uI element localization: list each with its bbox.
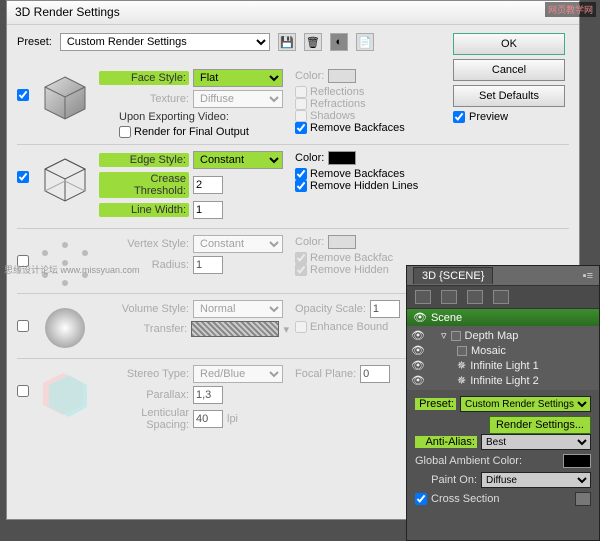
scene-tree: 👁▿ Depth Map 👁Mosaic 👁✵ Infinite Light 1… xyxy=(407,326,599,390)
save-icon[interactable]: 💾 xyxy=(278,33,296,51)
face-style-label: Face Style: xyxy=(99,71,189,85)
edge-enable[interactable] xyxy=(17,171,29,183)
transfer-pattern xyxy=(191,321,279,337)
wireframe-cube-icon xyxy=(41,155,89,203)
crease-input[interactable] xyxy=(193,176,223,194)
folder-icon[interactable]: 📄 xyxy=(356,33,374,51)
panel-menu-icon[interactable]: ▪≡ xyxy=(583,270,593,282)
render-settings-button[interactable]: Render Settings... xyxy=(489,416,591,434)
panel-preset-select[interactable]: Custom Render Settings xyxy=(460,396,591,412)
texture-label: Texture: xyxy=(99,93,189,105)
line-width-input[interactable] xyxy=(193,201,223,219)
dialog-title: 3D Render Settings xyxy=(7,1,579,25)
line-width-label: Line Width: xyxy=(99,203,189,217)
disk-icon[interactable]: ◐ xyxy=(330,33,348,51)
reflections-checkbox xyxy=(295,86,307,98)
watermark-2: 思缘设计论坛 www.missyuan.com xyxy=(4,263,140,276)
watermark: 网页教学网 xyxy=(545,2,596,17)
face-backfaces-checkbox[interactable] xyxy=(295,122,307,134)
face-color-swatch xyxy=(328,69,356,83)
refractions-checkbox xyxy=(295,98,307,110)
volume-style-select: Normal xyxy=(193,300,283,318)
tree-item-light2[interactable]: Infinite Light 2 xyxy=(470,375,539,387)
shadows-checkbox xyxy=(295,110,307,122)
filter-icon[interactable] xyxy=(415,290,431,304)
texture-select: Diffuse xyxy=(193,90,283,108)
face-enable[interactable] xyxy=(17,89,29,101)
ok-button[interactable]: OK xyxy=(453,33,565,55)
volume-enable[interactable] xyxy=(17,320,29,332)
global-color-swatch[interactable] xyxy=(563,454,591,468)
edge-section: Edge Style: Constant Crease Threshold: Li… xyxy=(17,145,569,229)
stereo-type-select: Red/Blue xyxy=(193,365,283,383)
volume-sphere-icon xyxy=(41,304,89,352)
tab-3d-scene[interactable]: 3D {SCENE} xyxy=(413,267,493,284)
cross-section-checkbox[interactable] xyxy=(415,493,427,505)
edge-style-label: Edge Style: xyxy=(99,153,189,167)
paint-on-select[interactable]: Diffuse xyxy=(481,472,591,488)
defaults-button[interactable]: Set Defaults xyxy=(453,85,565,107)
preview-label: Preview xyxy=(469,111,508,123)
cross-section-icon[interactable] xyxy=(575,492,591,506)
anti-alias-select[interactable]: Best xyxy=(481,434,591,450)
trash-icon[interactable]: 🗑 xyxy=(304,33,322,51)
export-label: Upon Exporting Video: xyxy=(119,111,229,123)
preset-label: Preset: xyxy=(17,36,52,48)
3d-scene-panel: 3D {SCENE}▪≡ 👁Scene 👁▿ Depth Map 👁Mosaic… xyxy=(406,265,600,541)
vertex-radius-input xyxy=(193,256,223,274)
solid-cube-icon xyxy=(41,73,89,121)
materials-icon[interactable] xyxy=(467,290,483,304)
face-style-select[interactable]: Flat xyxy=(193,69,283,87)
cancel-button[interactable]: Cancel xyxy=(453,59,565,81)
vertex-color-swatch xyxy=(328,235,356,249)
edge-hidden-checkbox[interactable] xyxy=(295,180,307,192)
tree-item-mosaic[interactable]: Mosaic xyxy=(471,345,506,357)
edge-style-select[interactable]: Constant xyxy=(193,151,283,169)
stereo-enable[interactable] xyxy=(17,385,29,397)
tree-item-light1[interactable]: Infinite Light 1 xyxy=(470,360,539,372)
final-output-checkbox[interactable] xyxy=(119,126,131,138)
mesh-icon[interactable] xyxy=(441,290,457,304)
stereo-cube-icon xyxy=(41,369,89,417)
edge-backfaces-checkbox[interactable] xyxy=(295,168,307,180)
scene-root[interactable]: Scene xyxy=(431,312,462,324)
vertex-style-select: Constant xyxy=(193,235,283,253)
edge-color-swatch[interactable] xyxy=(328,151,356,165)
crease-label: Crease Threshold: xyxy=(99,172,189,198)
preview-checkbox[interactable] xyxy=(453,111,465,123)
preset-select[interactable]: Custom Render Settings xyxy=(60,33,270,51)
tree-item-depthmap[interactable]: Depth Map xyxy=(465,330,519,342)
lights-icon[interactable] xyxy=(493,290,509,304)
